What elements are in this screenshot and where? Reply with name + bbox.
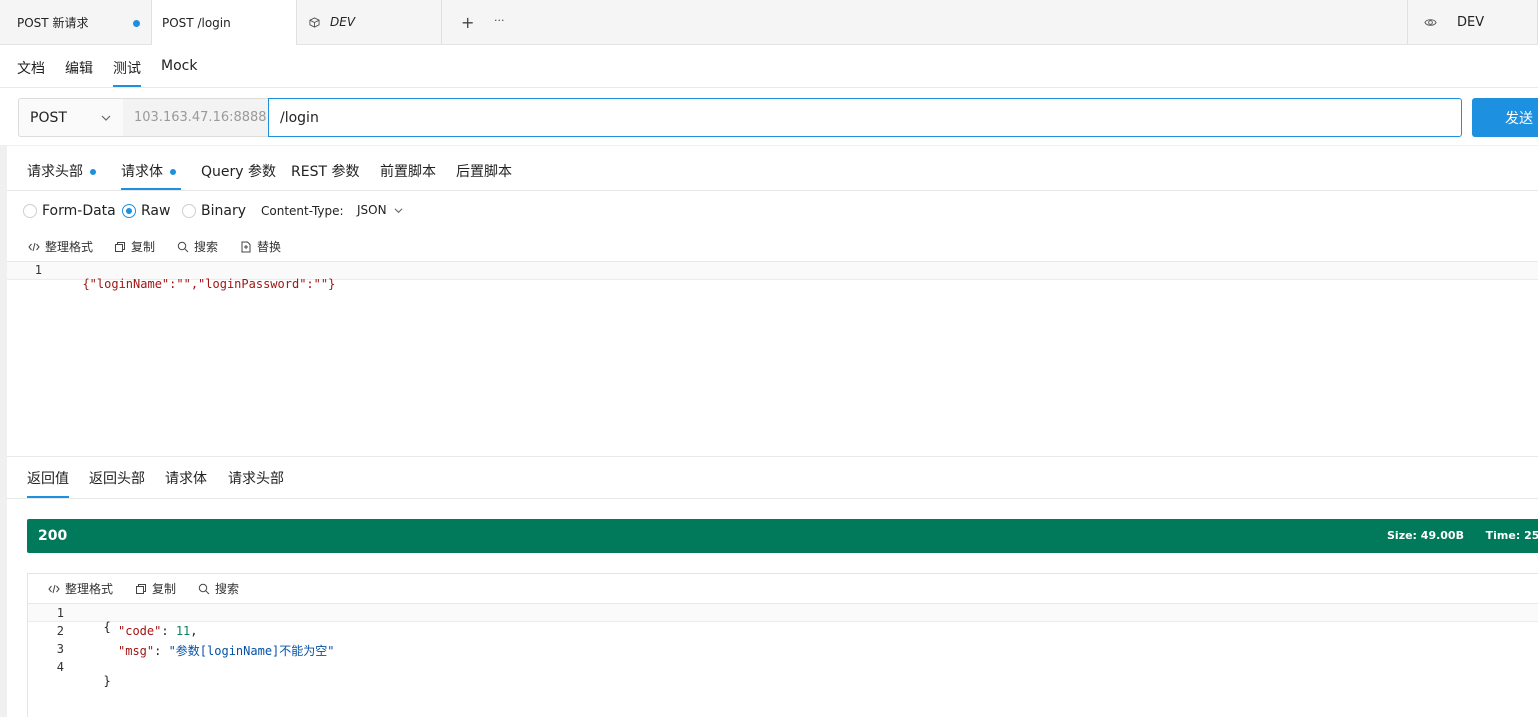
reqtab-headers[interactable]: 请求头部: [27, 161, 97, 181]
tool-label: 搜索: [215, 582, 240, 596]
reqtab-label: 请求头部: [27, 164, 83, 180]
chevron-down-icon: [101, 112, 111, 127]
tool-label: 搜索: [194, 240, 219, 254]
code-icon: [28, 241, 40, 253]
radio-raw[interactable]: [122, 204, 136, 218]
response-status-bar: 200 Size: 49.00B Time: 259.89: [27, 519, 1538, 553]
host-prefix: 103.163.47.16:8888: [123, 98, 268, 137]
has-content-dot-icon: [90, 169, 97, 175]
format-button[interactable]: 整理格式: [48, 580, 113, 597]
tab-label: POST 新请求: [17, 15, 89, 30]
chevron-down-icon: [394, 206, 403, 215]
radio-label: Form-Data: [42, 203, 116, 219]
add-tab-button[interactable]: +: [461, 13, 474, 32]
search-button[interactable]: 搜索: [198, 580, 239, 597]
content-type-value: JSON: [357, 203, 387, 217]
request-body-editor[interactable]: {"loginName":"","loginPassword":""}: [68, 263, 335, 291]
line-number: 1: [34, 263, 42, 277]
subtab-edit[interactable]: 编辑: [65, 58, 93, 78]
radio-binary[interactable]: [182, 204, 196, 218]
response-meta: Size: 49.00B Time: 259.89: [1387, 529, 1538, 542]
tool-label: 替换: [257, 240, 282, 254]
radio-form-data[interactable]: [23, 204, 37, 218]
resptab-request-body[interactable]: 请求体: [165, 468, 207, 488]
resptab-body[interactable]: 返回值: [27, 468, 69, 488]
subtab-mock[interactable]: Mock: [161, 58, 197, 74]
divider: [7, 190, 1538, 191]
radio-label: Binary: [201, 203, 246, 219]
response-time: Time: 259.89: [1485, 529, 1538, 542]
tab-new-request[interactable]: POST 新请求: [0, 0, 152, 44]
tool-label: 整理格式: [65, 582, 114, 596]
divider: [0, 87, 1538, 88]
tool-label: 复制: [152, 582, 177, 596]
tool-label: 复制: [131, 240, 156, 254]
brace-open: {: [103, 620, 111, 634]
response-line: "msg": "参数[loginName]不能为空": [118, 644, 335, 658]
subtab-test[interactable]: 测试: [113, 58, 141, 78]
divider: [7, 498, 1538, 499]
reqtab-post-script[interactable]: 后置脚本: [456, 161, 512, 181]
environment-label: DEV: [1457, 14, 1485, 30]
divider: [1407, 0, 1408, 44]
replace-button[interactable]: 替换: [240, 238, 281, 255]
url-path-input[interactable]: [268, 98, 1462, 137]
status-code: 200: [38, 528, 68, 544]
radio-label: Raw: [141, 203, 171, 219]
more-tabs-button[interactable]: ···: [494, 14, 505, 27]
response-line: {: [89, 606, 111, 634]
reqtab-pre-script[interactable]: 前置脚本: [380, 161, 436, 181]
eye-icon: [1424, 16, 1437, 29]
has-content-dot-icon: [170, 169, 177, 175]
resptab-request-headers[interactable]: 请求头部: [228, 468, 284, 488]
json-key: "msg": [118, 644, 155, 658]
panel-gutter: [0, 145, 7, 717]
method-value: POST: [30, 110, 67, 126]
brace-close: }: [103, 674, 111, 688]
json-string: "参数[loginName]不能为空": [168, 644, 335, 658]
tool-label: 整理格式: [45, 240, 94, 254]
code-icon: [48, 583, 60, 595]
divider: [0, 145, 1538, 146]
format-button[interactable]: 整理格式: [28, 238, 93, 255]
request-tab-bar: POST 新请求 POST /login DEV + ··· DEV: [0, 0, 1538, 45]
tab-dev[interactable]: DEV: [297, 0, 442, 44]
send-button[interactable]: 发送: [1472, 98, 1538, 137]
tab-label: POST /login: [162, 15, 231, 30]
cube-icon: [309, 16, 320, 28]
search-button[interactable]: 搜索: [177, 238, 218, 255]
divider: [7, 456, 1538, 457]
reqtab-label: 请求体: [121, 164, 163, 180]
copy-icon: [135, 583, 147, 595]
response-size: Size: 49.00B: [1387, 529, 1464, 542]
copy-button[interactable]: 复制: [114, 238, 155, 255]
response-line: }: [89, 660, 111, 688]
json-number: 11: [175, 624, 191, 638]
reqtab-query-params[interactable]: Query 参数: [201, 161, 276, 181]
json-key: "code": [118, 624, 162, 638]
tab-label: DEV: [330, 15, 356, 29]
search-icon: [177, 241, 189, 253]
request-body-text: {"loginName":"","loginPassword":""}: [82, 277, 336, 291]
content-type-label: Content-Type:: [261, 204, 344, 218]
environment-selector[interactable]: DEV: [1424, 0, 1484, 44]
reqtab-body[interactable]: 请求体: [121, 161, 177, 181]
line-number: 3: [56, 642, 64, 656]
active-line-highlight: [28, 604, 1538, 622]
search-icon: [198, 583, 210, 595]
line-number: 2: [56, 624, 64, 638]
subtab-docs[interactable]: 文档: [17, 58, 45, 78]
reqtab-rest-params[interactable]: REST 参数: [291, 161, 359, 181]
method-select[interactable]: POST: [18, 98, 123, 137]
copy-icon: [114, 241, 126, 253]
copy-button[interactable]: 复制: [135, 580, 176, 597]
response-line: "code": 11,: [118, 624, 198, 638]
line-number: 1: [56, 606, 64, 620]
content-type-select[interactable]: JSON: [357, 203, 403, 217]
line-number: 4: [56, 660, 64, 674]
replace-icon: [240, 241, 252, 253]
unsaved-dot-icon: [133, 20, 140, 27]
tab-login[interactable]: POST /login: [152, 0, 297, 45]
resptab-headers[interactable]: 返回头部: [89, 468, 145, 488]
